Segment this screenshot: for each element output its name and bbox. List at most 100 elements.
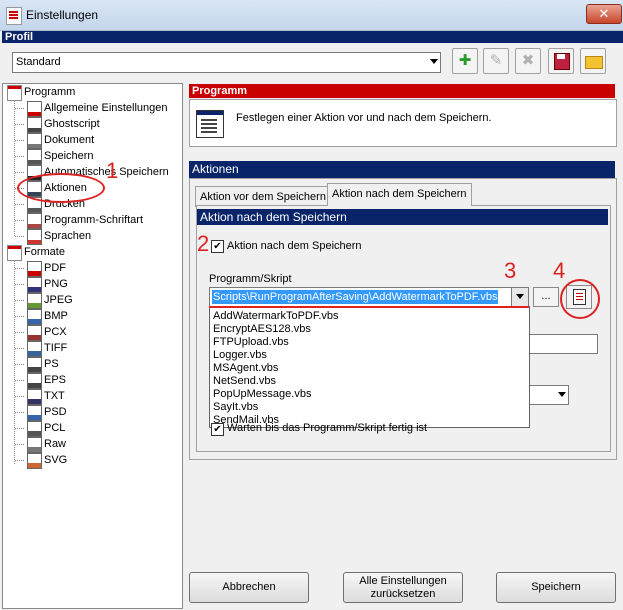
- file-format-icon: [27, 341, 42, 357]
- dropdown-option[interactable]: AddWatermarkToPDF.vbs: [213, 310, 339, 323]
- annotation-2: 2: [197, 231, 210, 256]
- profile-select[interactable]: Standard: [12, 52, 441, 73]
- tree-connector: [15, 108, 24, 109]
- close-button[interactable]: ✕: [586, 4, 622, 24]
- rename-profile-button[interactable]: ✎: [483, 48, 509, 74]
- wait-checkbox-label: Warten bis das Programm/Skript fertig is…: [227, 422, 428, 434]
- checkmark-icon: ✔: [213, 241, 222, 252]
- tab-aktion-nach[interactable]: Aktion nach dem Speichern: [327, 183, 472, 206]
- tree-connector: [14, 100, 15, 236]
- dropdown-option[interactable]: SayIt.vbs: [213, 401, 258, 414]
- dropdown-option[interactable]: PopUpMessage.vbs: [213, 388, 311, 401]
- tree-connector: [15, 412, 24, 413]
- chevron-down-icon: [430, 59, 438, 64]
- file-format-icon: [27, 405, 42, 421]
- tab-label: Aktion nach dem Speichern: [332, 188, 467, 200]
- tree-item-label: PSD: [44, 406, 67, 418]
- tree-connector: [15, 316, 24, 317]
- tree-connector: [15, 348, 24, 349]
- settings-page-icon: [27, 133, 42, 149]
- tree-connector: [15, 284, 24, 285]
- script-label: Programm/Skript: [209, 273, 292, 285]
- tree-connector: [15, 204, 24, 205]
- reset-button-label-line1: Alle Einstellungen: [359, 575, 447, 587]
- aktionen-section-header: Aktionen: [189, 161, 615, 178]
- file-format-icon: [27, 437, 42, 453]
- save-profile-icon: [549, 49, 573, 73]
- tab-label: Aktion vor dem Speichern: [200, 191, 326, 203]
- programm-description: Festlegen einer Aktion vor und nach dem …: [236, 112, 492, 124]
- dropdown-option[interactable]: EncryptAES128.vbs: [213, 323, 311, 336]
- reset-button[interactable]: Alle Einstellungen zurücksetzen: [343, 572, 463, 603]
- chevron-down-icon: [516, 294, 524, 299]
- file-format-icon: [27, 373, 42, 389]
- tree-connector: [15, 396, 24, 397]
- tree-connector: [15, 332, 24, 333]
- save-profile-button[interactable]: [548, 48, 574, 74]
- tree-item-label: TIFF: [44, 342, 68, 354]
- rename-profile-icon: ✎: [489, 52, 503, 69]
- programm-section-header: Programm: [189, 84, 615, 98]
- close-icon: ✕: [598, 6, 610, 21]
- cancel-button[interactable]: Abbrechen: [189, 572, 309, 603]
- tree-connector: [15, 172, 24, 173]
- programm-folder-icon: [7, 85, 22, 101]
- file-format-icon: [27, 453, 42, 469]
- tree-connector: [15, 364, 24, 365]
- annotation-4: 4: [553, 258, 566, 283]
- annotation-1: 1: [106, 158, 119, 183]
- tree-connector: [15, 428, 24, 429]
- tree-item-label: Sprachen: [44, 230, 92, 242]
- tree-item-label: Dokument: [44, 134, 95, 146]
- script-dropdown-button[interactable]: [511, 288, 528, 306]
- wait-checkbox[interactable]: ✔: [211, 423, 224, 436]
- folder-icon: [581, 49, 605, 73]
- tab-aktion-vor[interactable]: Aktion vor dem Speichern: [195, 186, 331, 207]
- settings-page-icon: [27, 229, 42, 245]
- parameter-field[interactable]: [520, 334, 598, 354]
- add-profile-button[interactable]: ✚: [452, 48, 478, 74]
- tree-item-label: PS: [44, 358, 59, 370]
- window-settings-icon: [196, 110, 224, 138]
- tree-item-label: Raw: [44, 438, 67, 450]
- annotation-circle-edit: [560, 279, 600, 319]
- settings-page-icon: [27, 101, 42, 117]
- dropdown-option[interactable]: NetSend.vbs: [213, 375, 276, 388]
- cancel-button-label: Abbrechen: [222, 581, 276, 593]
- tree-connector: [14, 260, 15, 464]
- tree-item-label: BMP: [44, 310, 68, 322]
- tree-connector: [15, 300, 24, 301]
- file-format-icon: [27, 277, 42, 293]
- dropdown-option[interactable]: Logger.vbs: [213, 349, 267, 362]
- tree-item-label: EPS: [44, 374, 67, 386]
- tree-item-label: Formate: [24, 246, 65, 258]
- profile-select-value: Standard: [16, 56, 61, 68]
- dropdown-option[interactable]: MSAgent.vbs: [213, 362, 278, 375]
- settings-page-icon: [27, 117, 42, 133]
- profile-header: Profil: [2, 31, 623, 43]
- script-combobox[interactable]: Scripts\RunProgramAfterSaving\AddWaterma…: [209, 287, 529, 307]
- tree-connector: [15, 220, 24, 221]
- tree-connector: [15, 268, 24, 269]
- tree-item-label: PCL: [44, 422, 66, 434]
- open-profile-button[interactable]: [580, 48, 606, 74]
- delete-profile-icon: ✖: [521, 52, 535, 69]
- aktion-nach-header: Aktion nach dem Speichern: [197, 209, 608, 225]
- tree-item-label: Programm-Schriftart: [44, 214, 144, 226]
- save-button[interactable]: Speichern: [496, 572, 616, 603]
- tree-connector: [15, 236, 24, 237]
- checkmark-icon: ✔: [213, 424, 222, 435]
- aktion-nach-checkbox[interactable]: ✔: [211, 240, 224, 253]
- tree-connector: [15, 156, 24, 157]
- annotation-circle-aktionen: [17, 173, 105, 203]
- formate-folder-icon: [7, 245, 22, 261]
- annotation-underline-script: [209, 306, 529, 308]
- browse-button[interactable]: ...: [533, 287, 559, 307]
- tree-item-label: PCX: [44, 326, 67, 338]
- file-format-icon: [27, 325, 42, 341]
- delete-profile-button[interactable]: ✖: [515, 48, 541, 74]
- dropdown-option[interactable]: FTPUpload.vbs: [213, 336, 289, 349]
- file-format-icon: [27, 309, 42, 325]
- tree-connector: [15, 140, 24, 141]
- tree-item-label: Ghostscript: [44, 118, 100, 130]
